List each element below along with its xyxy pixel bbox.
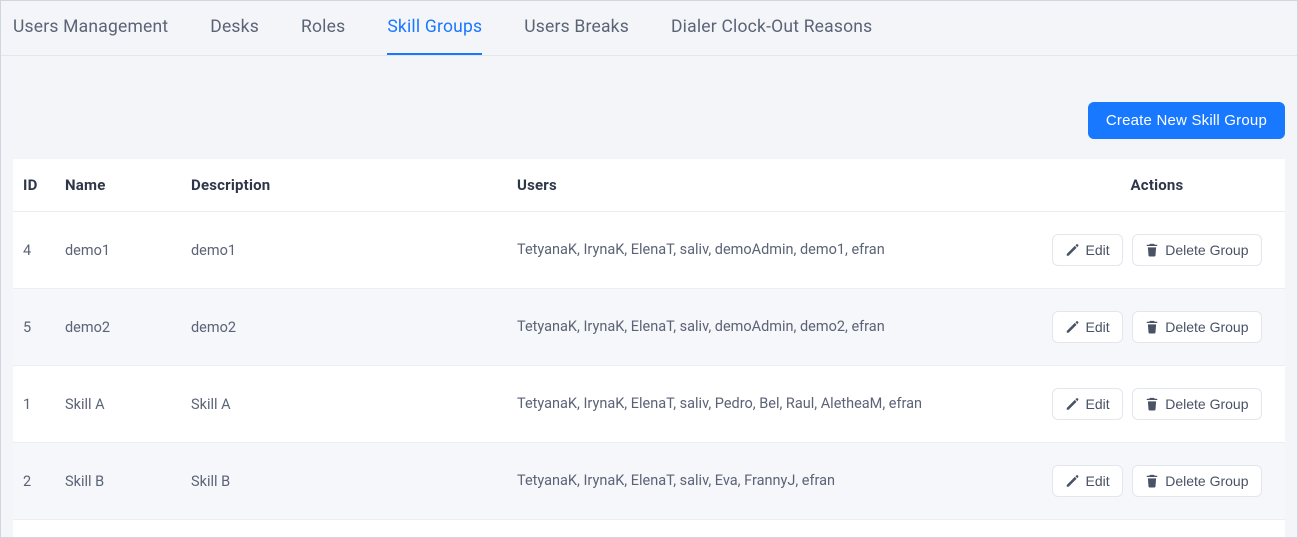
cell-name: demo1 bbox=[55, 212, 181, 289]
table-header-row: ID Name Description Users Actions bbox=[13, 159, 1285, 212]
edit-button[interactable]: Edit bbox=[1052, 234, 1122, 266]
delete-button[interactable]: Delete Group bbox=[1132, 234, 1261, 266]
cell-users: system, admin, TetyanaK, IrynaK, ElenaT,… bbox=[507, 520, 1029, 538]
table-wrap: ID Name Description Users Actions 4 demo… bbox=[1, 159, 1297, 538]
trash-icon bbox=[1145, 474, 1159, 488]
col-name: Name bbox=[55, 159, 181, 212]
cell-actions: Edit Delete Group bbox=[1029, 443, 1285, 520]
admin-panel: Users Management Desks Roles Skill Group… bbox=[0, 0, 1298, 538]
col-id: ID bbox=[13, 159, 55, 212]
cell-name: Skill A bbox=[55, 366, 181, 443]
cell-users: TetyanaK, IrynaK, ElenaT, saliv, Eva, Fr… bbox=[507, 443, 1029, 520]
tab-desks[interactable]: Desks bbox=[210, 17, 259, 55]
cell-name: Skill C bbox=[55, 520, 181, 538]
edit-button[interactable]: Edit bbox=[1052, 465, 1122, 497]
col-actions: Actions bbox=[1029, 159, 1285, 212]
cell-description: Skill C bbox=[181, 520, 507, 538]
cell-actions: Edit Delete Group bbox=[1029, 520, 1285, 538]
delete-label: Delete Group bbox=[1165, 242, 1248, 258]
cell-id: 2 bbox=[13, 443, 55, 520]
cell-name: Skill B bbox=[55, 443, 181, 520]
edit-label: Edit bbox=[1085, 242, 1109, 258]
toolbar: Create New Skill Group bbox=[1, 56, 1297, 159]
tab-bar: Users Management Desks Roles Skill Group… bbox=[1, 1, 1297, 56]
edit-label: Edit bbox=[1085, 473, 1109, 489]
cell-description: demo1 bbox=[181, 212, 507, 289]
cell-actions: Edit Delete Group bbox=[1029, 212, 1285, 289]
table-row: 1 Skill A Skill A TetyanaK, IrynaK, Elen… bbox=[13, 366, 1285, 443]
cell-id: 1 bbox=[13, 366, 55, 443]
cell-actions: Edit Delete Group bbox=[1029, 366, 1285, 443]
edit-icon bbox=[1065, 243, 1079, 257]
tab-users-breaks[interactable]: Users Breaks bbox=[524, 17, 629, 55]
tab-skill-groups[interactable]: Skill Groups bbox=[387, 17, 482, 55]
delete-button[interactable]: Delete Group bbox=[1132, 311, 1261, 343]
trash-icon bbox=[1145, 320, 1159, 334]
col-description: Description bbox=[181, 159, 507, 212]
cell-actions: Edit Delete Group bbox=[1029, 289, 1285, 366]
edit-icon bbox=[1065, 474, 1079, 488]
tab-roles[interactable]: Roles bbox=[301, 17, 345, 55]
col-users: Users bbox=[507, 159, 1029, 212]
cell-description: Skill A bbox=[181, 366, 507, 443]
cell-id: 4 bbox=[13, 212, 55, 289]
cell-id: 5 bbox=[13, 289, 55, 366]
edit-icon bbox=[1065, 397, 1079, 411]
cell-users: TetyanaK, IrynaK, ElenaT, saliv, Pedro, … bbox=[507, 366, 1029, 443]
create-skill-group-button[interactable]: Create New Skill Group bbox=[1088, 102, 1285, 139]
table-row: 3 Skill C Skill C system, admin, Tetyana… bbox=[13, 520, 1285, 538]
delete-button[interactable]: Delete Group bbox=[1132, 465, 1261, 497]
edit-button[interactable]: Edit bbox=[1052, 311, 1122, 343]
table-row: 5 demo2 demo2 TetyanaK, IrynaK, ElenaT, … bbox=[13, 289, 1285, 366]
delete-label: Delete Group bbox=[1165, 473, 1248, 489]
cell-name: demo2 bbox=[55, 289, 181, 366]
delete-button[interactable]: Delete Group bbox=[1132, 388, 1261, 420]
cell-description: Skill B bbox=[181, 443, 507, 520]
trash-icon bbox=[1145, 243, 1159, 257]
cell-id: 3 bbox=[13, 520, 55, 538]
table-row: 4 demo1 demo1 TetyanaK, IrynaK, ElenaT, … bbox=[13, 212, 1285, 289]
cell-users: TetyanaK, IrynaK, ElenaT, saliv, demoAdm… bbox=[507, 212, 1029, 289]
table-row: 2 Skill B Skill B TetyanaK, IrynaK, Elen… bbox=[13, 443, 1285, 520]
edit-label: Edit bbox=[1085, 396, 1109, 412]
cell-description: demo2 bbox=[181, 289, 507, 366]
delete-label: Delete Group bbox=[1165, 396, 1248, 412]
tab-users-management[interactable]: Users Management bbox=[13, 17, 168, 55]
cell-users: TetyanaK, IrynaK, ElenaT, saliv, demoAdm… bbox=[507, 289, 1029, 366]
edit-label: Edit bbox=[1085, 319, 1109, 335]
delete-label: Delete Group bbox=[1165, 319, 1248, 335]
tab-dialer-clockout[interactable]: Dialer Clock-Out Reasons bbox=[671, 17, 872, 55]
skill-groups-table: ID Name Description Users Actions 4 demo… bbox=[13, 159, 1285, 538]
edit-icon bbox=[1065, 320, 1079, 334]
trash-icon bbox=[1145, 397, 1159, 411]
edit-button[interactable]: Edit bbox=[1052, 388, 1122, 420]
